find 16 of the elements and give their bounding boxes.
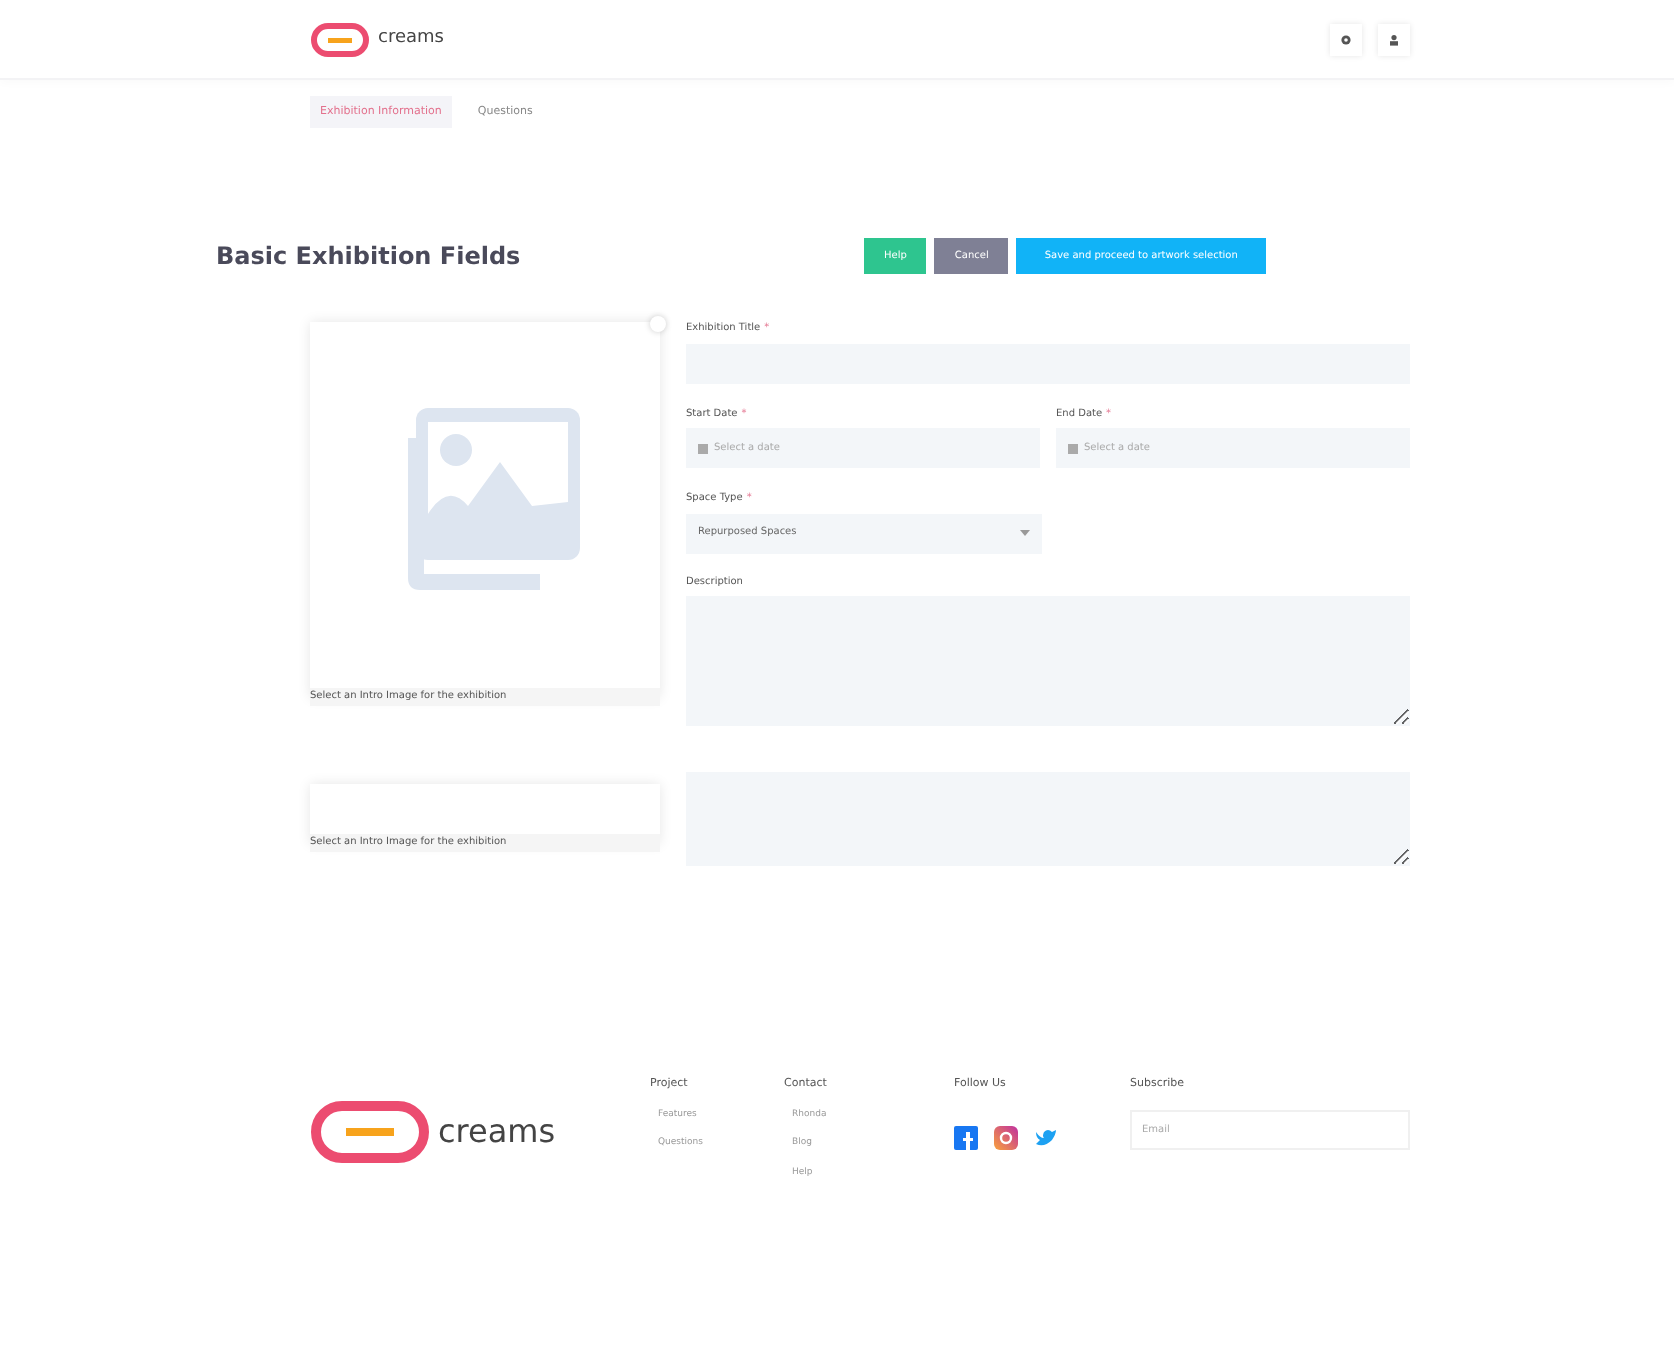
facebook-icon[interactable] [954, 1125, 978, 1149]
instagram-icon[interactable] [994, 1125, 1018, 1149]
logo-icon [310, 21, 370, 57]
calendar-icon [698, 444, 708, 455]
twitter-icon[interactable] [1034, 1125, 1058, 1149]
description-field[interactable] [686, 596, 1410, 727]
user-icon [1388, 33, 1400, 45]
logo-icon [310, 1100, 430, 1165]
gear-icon [1340, 33, 1352, 45]
page-title: Basic Exhibition Fields [216, 242, 523, 271]
brand-name[interactable]: creams [438, 1108, 556, 1157]
settings-button[interactable] [1330, 23, 1362, 55]
brand-name[interactable]: creams [378, 25, 444, 53]
caret-icon [1020, 530, 1030, 537]
user-button[interactable] [1378, 23, 1410, 55]
calendar-icon [1068, 444, 1078, 455]
